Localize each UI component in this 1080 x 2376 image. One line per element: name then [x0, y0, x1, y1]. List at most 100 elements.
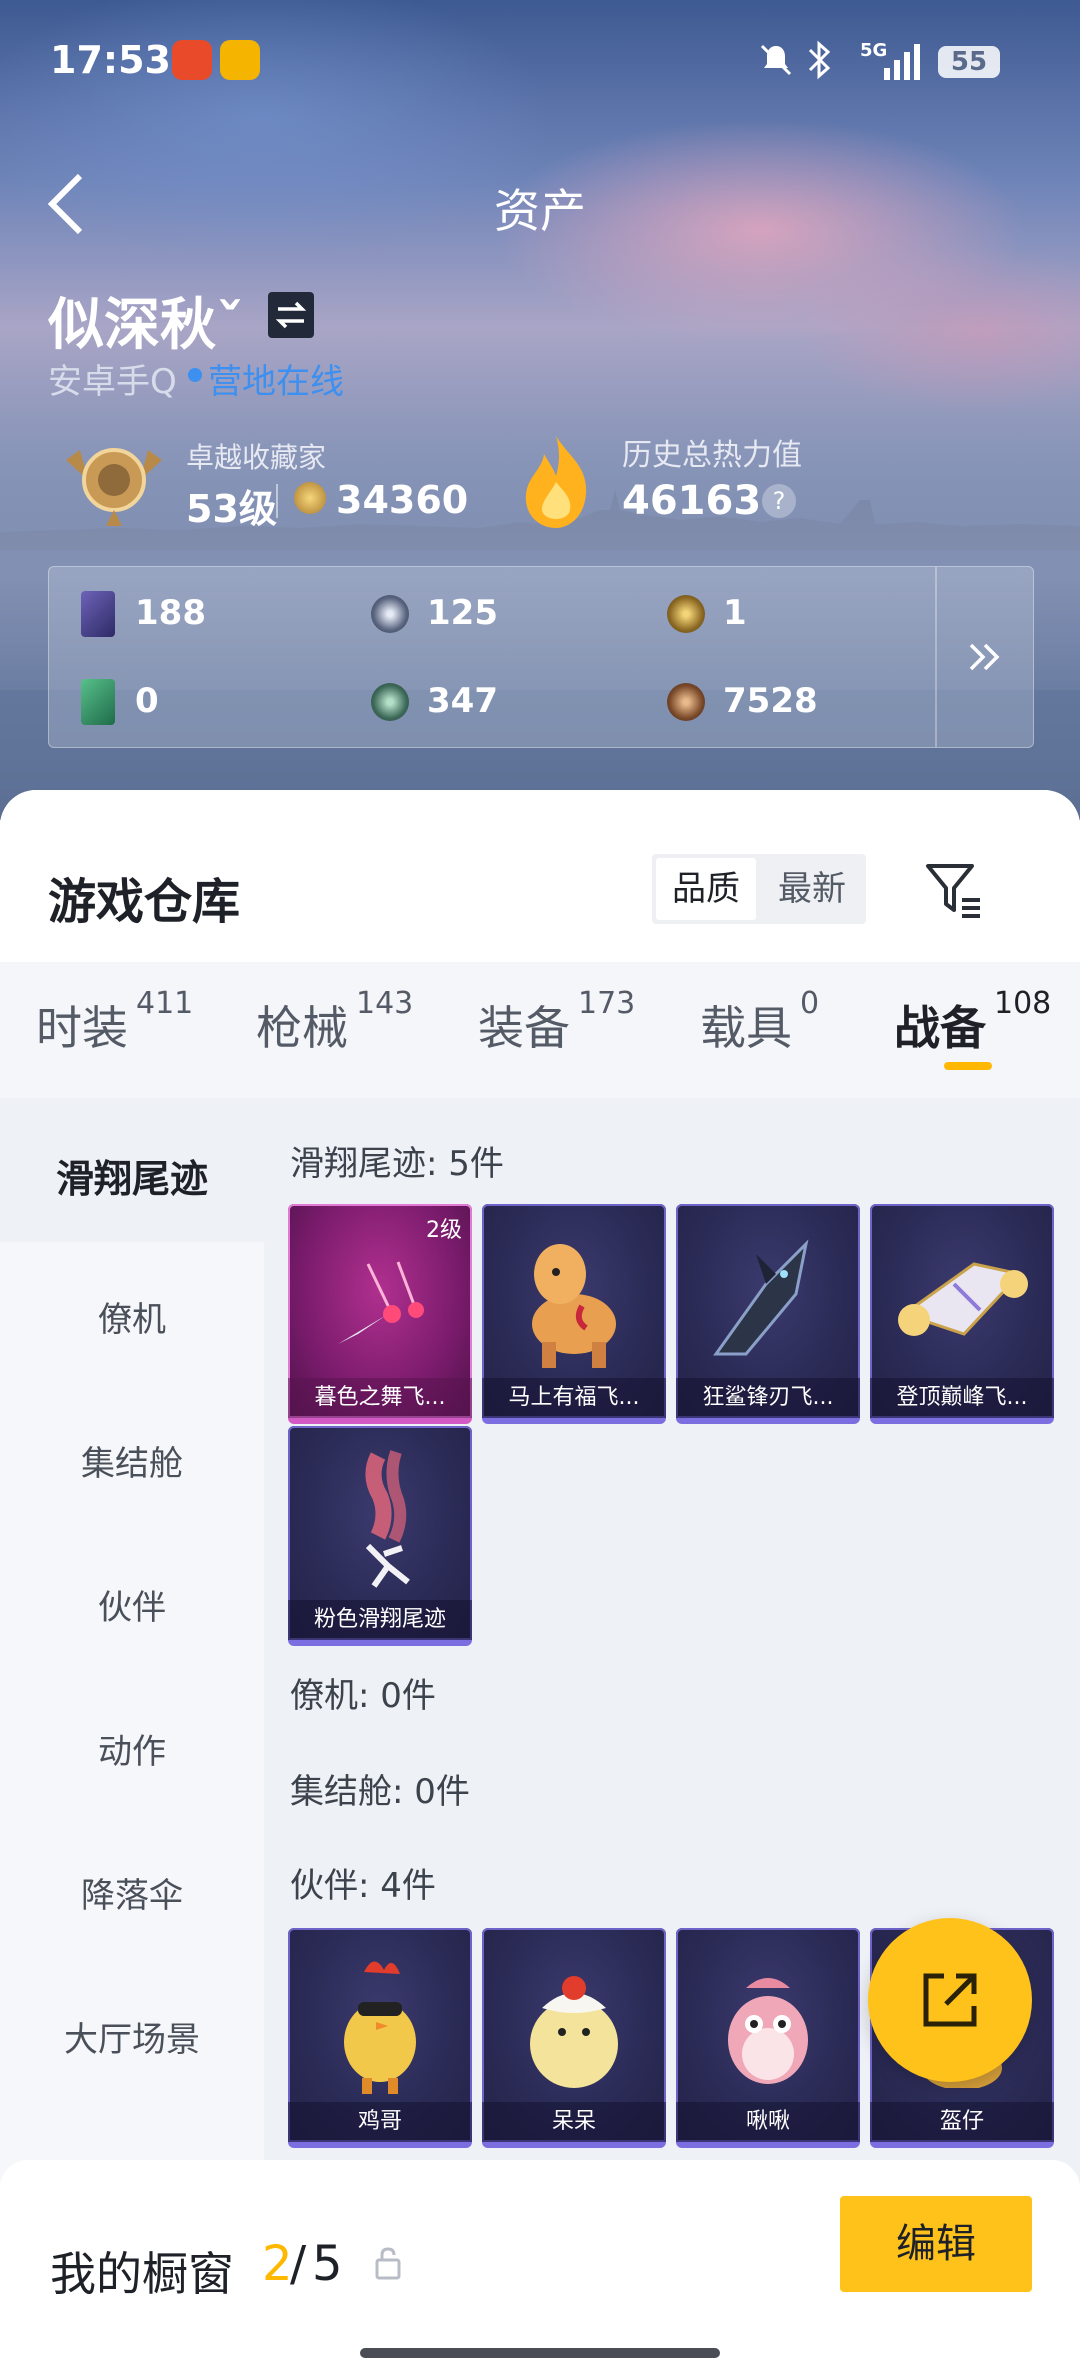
showcase-total: 5 [312, 2236, 343, 2292]
mute-bell-icon [760, 44, 792, 76]
chick-partner-icon [530, 1976, 618, 2088]
edit-button[interactable]: 编辑 [840, 2196, 1032, 2292]
item-name: 暮色之舞飞... [288, 1378, 472, 1418]
double-chevron-right-icon[interactable] [961, 633, 1009, 681]
pink-bird-partner-icon [728, 1978, 808, 2084]
status-time: 17:53 [50, 38, 171, 82]
tab-label: 时装 [36, 1001, 128, 1055]
currency-panel: 188 125 1 0 347 7528 [48, 566, 1034, 748]
section-title-partner: 伙伴: 4件 [290, 1866, 436, 1906]
item-card[interactable]: 呆呆 [482, 1928, 666, 2148]
tab-count: 173 [578, 986, 636, 1021]
warehouse-header: 游戏仓库 品质 最新 [0, 790, 1080, 962]
tab-label: 装备 [478, 1001, 570, 1055]
item-name: 狂鲨锋刃飞... [676, 1378, 860, 1418]
divider [276, 484, 278, 518]
share-icon [923, 1973, 977, 2027]
signal-icon [884, 44, 920, 80]
item-card[interactable]: 马上有福飞... [482, 1204, 666, 1424]
currency-value: 1 [723, 593, 747, 633]
tab-combat-prep[interactable]: 战备 108 [894, 986, 1051, 1058]
currency-value: 347 [427, 681, 498, 721]
tab-count: 108 [994, 986, 1052, 1021]
sort-toggle: 品质 最新 [652, 854, 866, 924]
tab-count: 411 [136, 986, 194, 1021]
collector-points: 34360 [336, 478, 469, 522]
gold-coin-icon [667, 595, 705, 633]
shark-blade-icon [713, 1239, 809, 1356]
item-card[interactable]: 登顶巅峰飞... [870, 1204, 1054, 1424]
rank-title: 卓越收藏家 [186, 441, 327, 474]
page-title: 资产 [494, 184, 586, 238]
switch-account-button[interactable] [268, 292, 314, 338]
tab-equipment[interactable]: 装备 173 [478, 986, 635, 1058]
warehouse-title: 游戏仓库 [48, 874, 241, 930]
tab-count: 143 [356, 986, 414, 1021]
flame-icon [525, 436, 587, 528]
item-name: 鸡哥 [288, 2102, 472, 2142]
sidebar-item-parachute[interactable]: 降落伞 [0, 1868, 264, 1917]
tab-label: 战备 [894, 1001, 986, 1055]
tab-firearms[interactable]: 枪械 143 [256, 986, 413, 1058]
item-name: 盔仔 [870, 2102, 1054, 2142]
sidebar-item-emote[interactable]: 动作 [0, 1724, 264, 1773]
section-title-glide-trail: 滑翔尾迹: 5件 [290, 1144, 504, 1184]
bluetooth-icon [808, 40, 831, 80]
notification-app-icon [172, 40, 212, 80]
heat-value: 46163 [622, 478, 762, 524]
online-dot [188, 368, 202, 382]
sidebar-item-partner[interactable]: 伙伴 [0, 1580, 264, 1629]
battery-indicator: 55 [938, 46, 1000, 78]
sidebar-item-lobby-scene[interactable]: 大厅场景 [0, 2012, 264, 2061]
item-name: 啾啾 [676, 2102, 860, 2142]
pink-smoke-trail-icon [365, 1450, 410, 1588]
divider [935, 567, 937, 747]
tab-vehicles[interactable]: 载具 0 [700, 986, 819, 1058]
green-ticket-icon [81, 679, 115, 725]
sidebar-item-rally-pod[interactable]: 集结舱 [0, 1436, 264, 1485]
tab-label: 载具 [700, 1001, 792, 1055]
filter-icon[interactable] [922, 858, 986, 922]
lock-icon [375, 2247, 401, 2280]
currency-value: 0 [135, 681, 159, 721]
dusk-dance-trail-icon [338, 1261, 424, 1344]
home-indicator [360, 2348, 720, 2358]
item-card[interactable]: 狂鲨锋刃飞... [676, 1204, 860, 1424]
purple-card-icon [81, 591, 115, 637]
bronze-coin-icon [667, 683, 705, 721]
silver-coin-icon [371, 595, 409, 633]
swap-icon [275, 301, 307, 329]
rooster-partner-icon [344, 1961, 416, 2094]
currency-value: 188 [135, 593, 206, 633]
item-card[interactable]: 啾啾 [676, 1928, 860, 2148]
tab-fashion[interactable]: 时装 411 [36, 986, 193, 1058]
showcase-current: 2 [262, 2236, 293, 2292]
platform-label: 安卓手Q [48, 362, 177, 402]
item-name: 呆呆 [482, 2102, 666, 2142]
collector-rank-icon [66, 448, 162, 526]
item-card[interactable]: 粉色滑翔尾迹 [288, 1426, 472, 1646]
item-card[interactable]: 2级 暮色之舞飞... [288, 1204, 472, 1424]
sidebar-item-wingman[interactable]: 僚机 [0, 1292, 264, 1341]
share-fab[interactable] [868, 1918, 1032, 2082]
item-card[interactable]: 鸡哥 [288, 1928, 472, 2148]
sort-latest-button[interactable]: 最新 [760, 858, 864, 920]
item-name: 登顶巅峰飞... [870, 1378, 1054, 1418]
heat-label: 历史总热力值 [622, 438, 802, 473]
currency-value: 7528 [723, 681, 818, 721]
sidebar-item-glide-trail[interactable]: 滑翔尾迹 [0, 1148, 264, 1203]
lucky-horse-icon [532, 1244, 616, 1368]
tab-count: 0 [800, 986, 820, 1021]
showcase-separator: / [290, 2236, 307, 2292]
sort-quality-button[interactable]: 品质 [656, 858, 756, 920]
player-name: 似深秋ˇ [48, 293, 244, 358]
active-tab-underline [944, 1062, 992, 1070]
section-title-rally-pod: 集结舱: 0件 [290, 1772, 470, 1812]
notification-video-icon [220, 40, 260, 80]
currency-value: 125 [427, 593, 498, 633]
camp-online-status: 营地在线 [208, 362, 344, 402]
section-title-wingman: 僚机: 0件 [290, 1676, 436, 1716]
item-name: 粉色滑翔尾迹 [288, 1600, 472, 1640]
rank-level: 53级 [186, 487, 277, 531]
heat-help-button[interactable]: ? [762, 484, 796, 518]
